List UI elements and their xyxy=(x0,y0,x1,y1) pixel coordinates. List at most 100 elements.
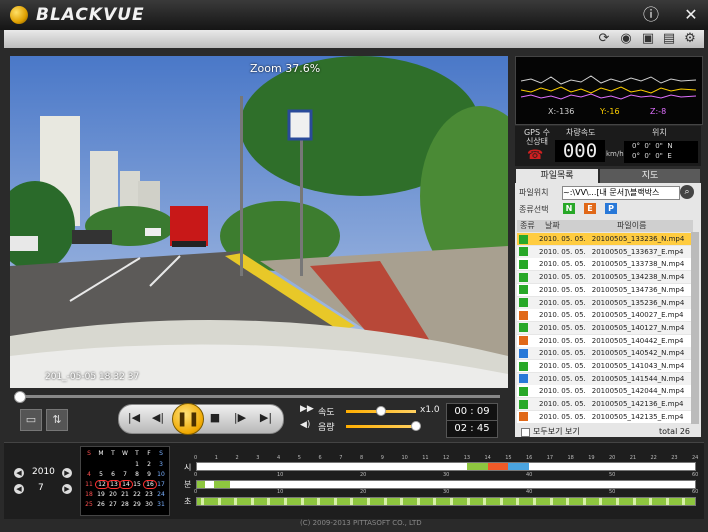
file-date: 2010. 05. 05. xyxy=(539,285,586,294)
show-all-checkbox[interactable] xyxy=(521,428,530,437)
file-row[interactable]: 2010. 05. 05. 20100505_140127_N.mp4 xyxy=(517,321,691,334)
file-row[interactable]: 2010. 05. 05. 20100505_133236_N.mp4 xyxy=(517,233,691,245)
calendar-day[interactable]: 26 xyxy=(95,500,107,509)
year-prev-button[interactable]: ◀ xyxy=(14,468,24,478)
file-row[interactable]: 2010. 05. 05. 20100505_134736_N.mp4 xyxy=(517,283,691,296)
sd-card-icon[interactable]: ◉ xyxy=(618,31,634,47)
file-row[interactable]: 2010. 05. 05. 20100505_141544_N.mp4 xyxy=(517,372,691,385)
calendar-day[interactable]: 30 xyxy=(143,500,155,509)
file-date: 2010. 05. 05. xyxy=(539,374,586,383)
calendar-day[interactable]: 21 xyxy=(119,490,131,499)
file-row[interactable]: 2010. 05. 05. 20100505_141043_N.mp4 xyxy=(517,360,691,372)
hour-recording-segment[interactable] xyxy=(508,463,529,470)
file-list-scrollbar[interactable] xyxy=(691,232,699,424)
hour-recording-segment[interactable] xyxy=(487,463,509,470)
file-name: 20100505_141043_N.mp4 xyxy=(591,362,685,370)
file-row[interactable]: 2010. 05. 05. 20100505_133738_N.mp4 xyxy=(517,258,691,271)
camera-icon[interactable]: ▣ xyxy=(640,31,656,47)
type-e-button[interactable]: E xyxy=(584,203,596,214)
calendar-day[interactable]: 27 xyxy=(107,500,119,509)
hour-timeline[interactable] xyxy=(196,462,696,471)
tab-map[interactable]: 지도 xyxy=(600,169,700,183)
calendar-day[interactable]: 11 xyxy=(83,480,95,489)
minute-timeline[interactable] xyxy=(196,480,696,489)
column-date[interactable]: 날짜 xyxy=(545,220,560,232)
minute-recording-segment[interactable] xyxy=(213,481,231,488)
calendar-day[interactable]: 4 xyxy=(83,470,95,479)
calendar-day[interactable]: 19 xyxy=(95,490,107,499)
column-filename[interactable]: 파일이름 xyxy=(617,220,646,232)
calendar-day[interactable]: 17 xyxy=(155,480,167,489)
file-row[interactable]: 2010. 05. 05. 20100505_133637_E.mp4 xyxy=(517,245,691,258)
type-n-button[interactable]: N xyxy=(563,203,575,214)
fullscreen-icon[interactable]: ▭ xyxy=(20,409,42,431)
calendar-day[interactable]: 28 xyxy=(119,500,131,509)
step-forward-button[interactable]: |▶ xyxy=(230,408,250,428)
calendar-day[interactable]: 3 xyxy=(155,460,167,469)
file-name: 20100505_135236_N.mp4 xyxy=(591,298,685,307)
file-row[interactable]: 2010. 05. 05. 20100505_142136_E.mp4 xyxy=(517,398,691,411)
video-viewer[interactable] xyxy=(10,56,508,388)
next-file-button[interactable]: ▶| xyxy=(256,408,276,428)
column-type[interactable]: 종류 xyxy=(520,220,535,232)
calendar-day[interactable]: 25 xyxy=(83,500,95,509)
speed-icon: ▶▶ xyxy=(300,404,314,414)
file-row[interactable]: 2010. 05. 05. 20100505_140542_N.mp4 xyxy=(517,347,691,360)
volume-slider-handle[interactable] xyxy=(410,421,421,431)
calendar-day[interactable]: 20 xyxy=(107,490,119,499)
stop-button[interactable]: ■ xyxy=(205,408,225,428)
second-timeline[interactable] xyxy=(196,497,696,506)
type-p-button[interactable]: P xyxy=(605,203,617,214)
hour-recording-segment[interactable] xyxy=(466,463,488,470)
file-row[interactable]: 2010. 05. 05. 20100505_134238_N.mp4 xyxy=(517,271,691,284)
tab-file-list[interactable]: 파일목록 xyxy=(516,169,598,183)
calendar-day[interactable]: 8 xyxy=(131,470,143,479)
calendar-day[interactable]: 5 xyxy=(95,470,107,479)
calendar-day[interactable]: 10 xyxy=(155,470,167,479)
path-input[interactable]: ~:\VV\...[내 문서]\블랙박스 xyxy=(562,186,680,200)
calendar-day[interactable]: 2 xyxy=(143,460,155,469)
file-row[interactable]: 2010. 05. 05. 20100505_142044_N.mp4 xyxy=(517,385,691,398)
file-row[interactable]: 2010. 05. 05. 20100505_142135_E.mp4 xyxy=(517,410,691,423)
calendar-day[interactable]: 22 xyxy=(131,490,143,499)
close-button[interactable]: ✕ xyxy=(682,6,700,24)
calendar-day[interactable]: 29 xyxy=(131,500,143,509)
seek-bar[interactable] xyxy=(14,395,500,398)
calendar-day[interactable]: 1 xyxy=(131,460,143,469)
calendar-day[interactable]: 24 xyxy=(155,490,167,499)
file-date: 2010. 05. 05. xyxy=(539,387,586,396)
refresh-icon[interactable]: ⟳ xyxy=(596,31,612,47)
calendar-day[interactable]: 6 xyxy=(107,470,119,479)
file-name: 20100505_142135_E.mp4 xyxy=(591,412,684,421)
seek-handle[interactable] xyxy=(13,391,26,403)
step-back-button[interactable]: ◀| xyxy=(148,408,168,428)
previous-file-button[interactable]: |◀ xyxy=(124,408,144,428)
timeline-tick: 14 xyxy=(484,455,491,461)
speed-slider-handle[interactable] xyxy=(375,406,386,416)
file-name: 20100505_133236_N.mp4 xyxy=(591,235,685,243)
search-icon[interactable]: ⌕ xyxy=(680,185,694,199)
info-button[interactable]: ⓘ xyxy=(642,6,660,24)
year-next-button[interactable]: ▶ xyxy=(62,468,72,478)
calendar-day[interactable]: 18 xyxy=(83,490,95,499)
file-row[interactable]: 2010. 05. 05. 20100505_140027_E.mp4 xyxy=(517,309,691,322)
month-prev-button[interactable]: ◀ xyxy=(14,484,24,494)
minute-recording-segment[interactable] xyxy=(197,481,206,488)
second-marker xyxy=(317,498,321,505)
file-row[interactable]: 2010. 05. 05. 20100505_135236_N.mp4 xyxy=(517,296,691,309)
rotate-icon[interactable]: ⇅ xyxy=(46,409,68,431)
month-next-button[interactable]: ▶ xyxy=(62,484,72,494)
speed-value: x1.0 xyxy=(420,405,440,415)
calendar-day[interactable]: 15 xyxy=(131,480,143,489)
file-name: 20100505_140442_E.mp4 xyxy=(591,336,684,345)
file-row[interactable]: 2010. 05. 05. 20100505_140442_E.mp4 xyxy=(517,334,691,347)
file-type-icon xyxy=(519,374,528,384)
calendar-day[interactable]: 7 xyxy=(119,470,131,479)
gear-icon[interactable]: ⚙ xyxy=(682,31,698,47)
volume-slider[interactable] xyxy=(346,425,416,428)
pause-button[interactable]: ❚❚ xyxy=(172,403,204,435)
calendar-day[interactable]: 31 xyxy=(155,500,167,509)
calendar-day[interactable]: 23 xyxy=(143,490,155,499)
calendar-day[interactable]: 9 xyxy=(143,470,155,479)
print-icon[interactable]: ▤ xyxy=(661,31,677,47)
